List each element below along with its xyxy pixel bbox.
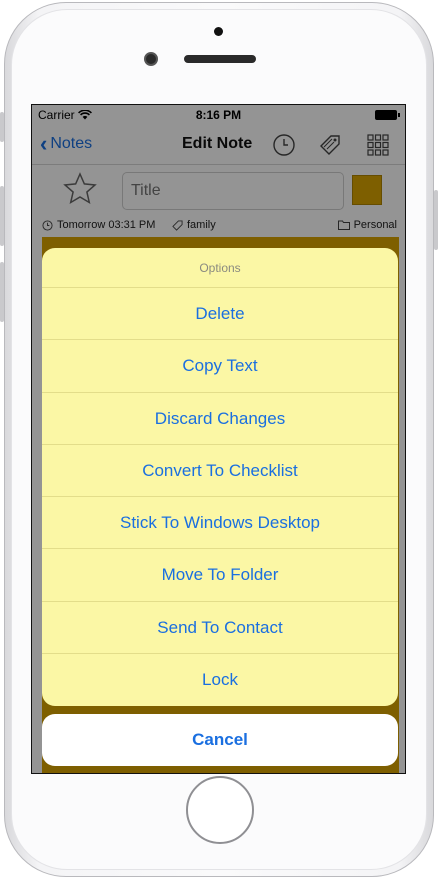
lock-button[interactable]: Lock (42, 654, 398, 706)
options-action-sheet: Options Delete Copy Text Discard Changes… (42, 248, 398, 706)
send-to-contact-button[interactable]: Send To Contact (42, 602, 398, 654)
screen: Carrier 8:16 PM ‹ Notes Edit Note Tomorr… (31, 104, 406, 774)
cancel-button[interactable]: Cancel (42, 714, 398, 766)
volume-up-button (0, 186, 4, 246)
power-button (434, 190, 438, 250)
delete-button[interactable]: Delete (42, 288, 398, 341)
front-camera (144, 52, 158, 66)
move-to-folder-button[interactable]: Move To Folder (42, 549, 398, 602)
proximity-sensor (214, 27, 223, 36)
discard-changes-button[interactable]: Discard Changes (42, 393, 398, 445)
earpiece-speaker (184, 55, 256, 63)
mute-switch (0, 112, 4, 142)
convert-to-checklist-button[interactable]: Convert To Checklist (42, 445, 398, 497)
copy-text-button[interactable]: Copy Text (42, 340, 398, 393)
home-button[interactable] (186, 776, 254, 844)
stick-to-windows-desktop-button[interactable]: Stick To Windows Desktop (42, 497, 398, 550)
volume-down-button (0, 262, 4, 322)
action-sheet-title: Options (42, 248, 398, 288)
